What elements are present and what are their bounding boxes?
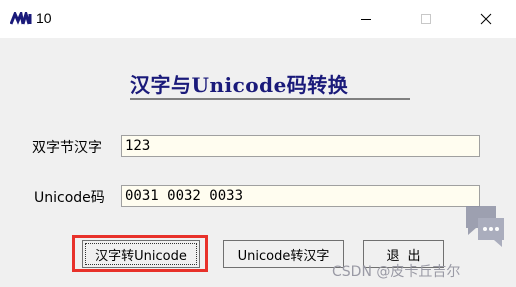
focus-ring (85, 243, 197, 265)
to-hanzi-button[interactable]: Unicode转汉字 (223, 240, 344, 268)
app-window: 10 汉字与Unicode码转换 双字节汉字 123 Unicode码 0031… (0, 0, 516, 287)
unicode-label: Unicode码 (34, 190, 105, 206)
chat-bubble-icon (466, 206, 504, 247)
page-title: 汉字与Unicode码转换 (130, 68, 410, 100)
maximize-icon (421, 14, 431, 24)
app-logo-icon (10, 12, 32, 25)
page-title-text: 汉字与Unicode码转换 (130, 73, 349, 97)
to-hanzi-button-label: Unicode转汉字 (237, 248, 330, 264)
window-title: 10 (36, 10, 52, 26)
title-bar: 10 (0, 0, 516, 38)
maximize-button[interactable] (403, 0, 449, 38)
minimize-button[interactable] (343, 0, 389, 38)
minimize-icon (361, 18, 371, 20)
unicode-input[interactable]: 0031 0032 0033 (121, 185, 480, 207)
close-button[interactable] (463, 0, 509, 38)
watermark-text: CSDN @皮卡丘吉尔 (332, 264, 461, 280)
close-icon (480, 13, 492, 25)
hanzi-input[interactable]: 123 (121, 135, 480, 157)
to-unicode-button[interactable]: 汉字转Unicode (82, 240, 200, 268)
hanzi-label: 双字节汉字 (32, 140, 102, 156)
